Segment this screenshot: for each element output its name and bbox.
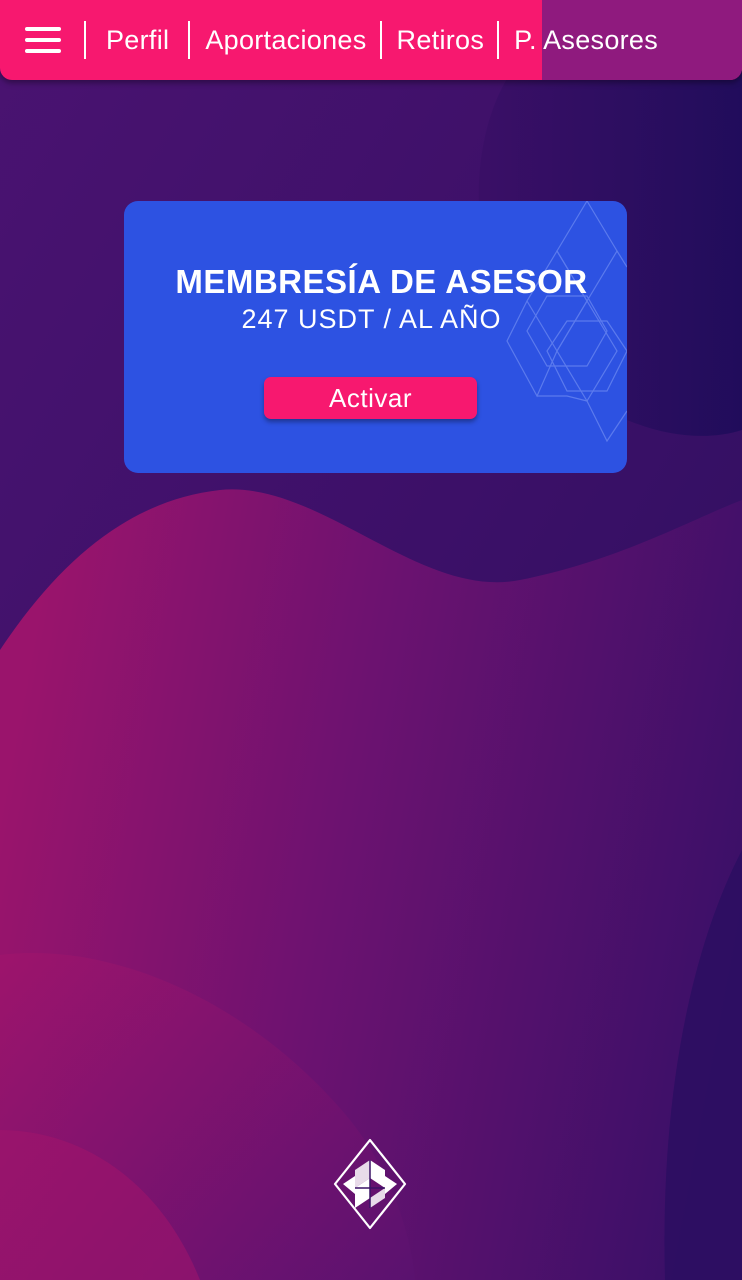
menu-button[interactable]	[0, 0, 84, 80]
tab-perfil[interactable]: Perfil	[86, 0, 188, 80]
cube-pattern-decoration	[506, 201, 627, 443]
membership-title: MEMBRESÍA DE ASESOR	[175, 263, 588, 300]
tab-p-asesores[interactable]: P. Asesores	[499, 0, 658, 80]
background-waves	[0, 0, 742, 1280]
tab-aportaciones[interactable]: Aportaciones	[190, 0, 379, 80]
tab-retiros[interactable]: Retiros	[382, 0, 498, 80]
activate-button[interactable]: Activar	[264, 377, 477, 419]
top-nav-bar: Perfil Aportaciones Retiros P. Asesores	[0, 0, 742, 80]
hamburger-menu-icon[interactable]	[25, 27, 61, 53]
membership-price: 247 USDT / AL AÑO	[241, 304, 502, 334]
membership-card: MEMBRESÍA DE ASESOR 247 USDT / AL AÑO Ac…	[124, 201, 627, 473]
cube-diamond-logo-icon	[333, 1138, 407, 1230]
